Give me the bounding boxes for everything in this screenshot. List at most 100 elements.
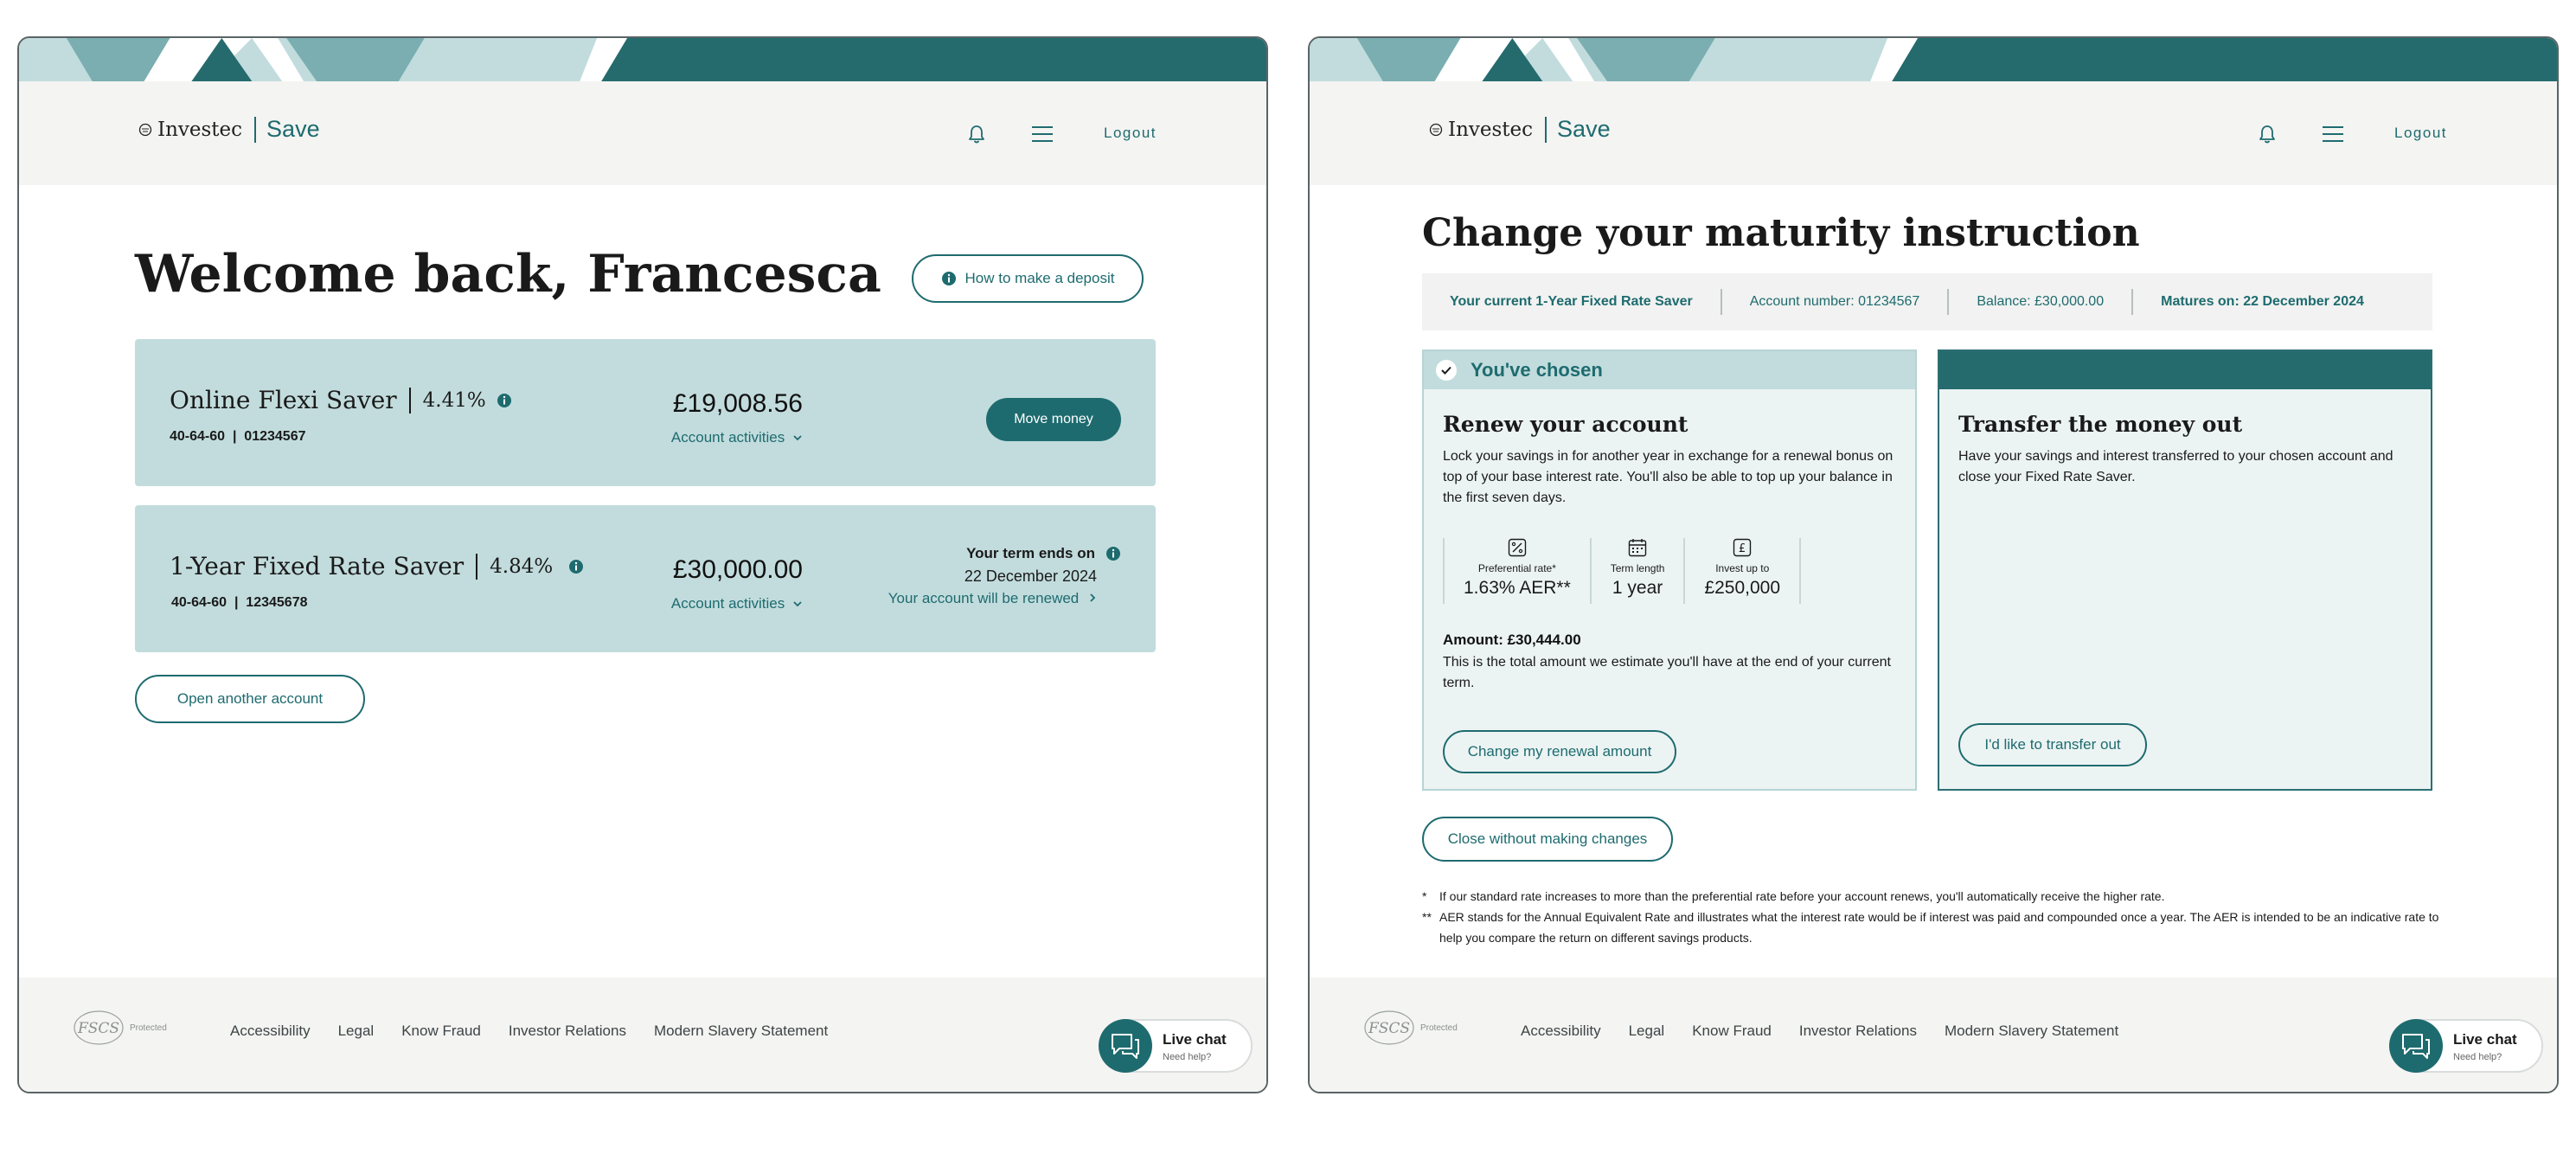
- info-icon: [941, 272, 956, 285]
- transfer-title: Transfer the money out: [1958, 412, 2243, 437]
- bell-icon[interactable]: [2258, 124, 2277, 144]
- stat-label: Term length: [1610, 562, 1665, 574]
- account-card-flexi-saver: Online Flexi Saver 4.41% 40-64-60 | 0123…: [135, 339, 1156, 486]
- footnote-text: AER stands for the Annual Equivalent Rat…: [1439, 910, 2439, 945]
- footer-link-modern-slavery[interactable]: Modern Slavery Statement: [654, 1023, 828, 1040]
- footer-link-accessibility[interactable]: Accessibility: [230, 1023, 311, 1040]
- bell-icon[interactable]: [967, 124, 986, 144]
- transfer-description: Have your savings and interest transferr…: [1958, 449, 2393, 484]
- decorative-banner: [19, 38, 1266, 81]
- account-number-label: Account number: 01234567: [1722, 289, 1950, 315]
- stat-value: 1 year: [1612, 578, 1663, 598]
- zebra-logo-icon: [138, 123, 152, 136]
- live-chat-title: Live chat: [1163, 1031, 1227, 1048]
- change-renewal-amount-button[interactable]: Change my renewal amount: [1443, 730, 1676, 773]
- stat-label: Preferential rate*: [1477, 562, 1556, 574]
- welcome-heading: Welcome back, Francesca: [135, 244, 881, 305]
- info-icon[interactable]: [1105, 546, 1121, 561]
- account-name-text: 1-Year Fixed Rate Saver: [170, 552, 465, 580]
- brand-name: Investec: [157, 118, 243, 141]
- current-product-label: Your current 1-Year Fixed Rate Saver: [1422, 289, 1722, 315]
- open-another-account-button[interactable]: Open another account: [135, 675, 365, 723]
- deposit-button-label: How to make a deposit: [964, 270, 1115, 286]
- product-name: Save: [266, 116, 320, 142]
- fscs-logo-icon: FSCS: [74, 1010, 124, 1045]
- account-activities-link[interactable]: Account activities: [671, 429, 803, 446]
- brand-name: Investec: [1448, 118, 1534, 141]
- info-icon[interactable]: [568, 559, 584, 574]
- account-activities-link[interactable]: Account activities: [671, 595, 803, 612]
- name-divider: [476, 553, 478, 580]
- account-activities-label: Account activities: [670, 595, 785, 612]
- footer-link-legal[interactable]: Legal: [1629, 1023, 1665, 1040]
- live-chat-button[interactable]: Live chat Need help?: [1099, 1019, 1253, 1073]
- live-chat-button[interactable]: Live chat Need help?: [2389, 1019, 2543, 1073]
- info-icon[interactable]: [497, 393, 512, 408]
- fscs-protected-label: Protected: [1420, 1023, 1458, 1033]
- stat-value: £250,000: [1704, 578, 1781, 598]
- footer-link-investor-relations[interactable]: Investor Relations: [509, 1023, 626, 1040]
- account-rate: 4.41%: [422, 388, 486, 412]
- svg-text:£: £: [1739, 542, 1746, 555]
- investec-save-logo[interactable]: Investec Save: [1429, 116, 1611, 143]
- site-footer: FSCS Protected Accessibility Legal Know …: [1310, 978, 2557, 1092]
- account-summary-strip: Your current 1-Year Fixed Rate Saver Acc…: [1422, 273, 2432, 330]
- stat-invest-up-to: £ Invest up to £250,000: [1683, 538, 1802, 604]
- footer-link-legal[interactable]: Legal: [338, 1023, 375, 1040]
- account-name: Online Flexi Saver 4.41%: [170, 386, 512, 414]
- menu-icon[interactable]: [2322, 125, 2344, 143]
- transfer-option-panel[interactable]: Transfer the money out Have your savings…: [1938, 349, 2432, 791]
- live-chat-subtitle: Need help?: [2453, 1052, 2502, 1062]
- chat-bubble-icon: [2389, 1019, 2443, 1073]
- logout-link[interactable]: Logout: [2394, 125, 2447, 142]
- footer-links: Accessibility Legal Know Fraud Investor …: [230, 1023, 828, 1040]
- account-balance: £19,008.56: [672, 389, 803, 418]
- transfer-out-button[interactable]: I'd like to transfer out: [1958, 723, 2147, 766]
- renew-description: Lock your savings in for another year in…: [1443, 449, 1894, 505]
- footer-link-modern-slavery[interactable]: Modern Slavery Statement: [1945, 1023, 2118, 1040]
- stat-preferential-rate: Preferential rate* 1.63% AER**: [1443, 538, 1590, 604]
- balance-label: Balance: £30,000.00: [1949, 289, 2134, 315]
- move-money-button[interactable]: Move money: [986, 398, 1121, 441]
- footnote-mark: *: [1422, 889, 1427, 903]
- close-without-changes-button[interactable]: Close without making changes: [1422, 817, 1673, 862]
- estimated-amount-description: This is the total amount we estimate you…: [1443, 655, 1891, 690]
- renew-option-panel[interactable]: You've chosen Renew your account Lock yo…: [1422, 349, 1917, 791]
- account-rate: 4.84%: [490, 555, 554, 578]
- footer-link-know-fraud[interactable]: Know Fraud: [1692, 1023, 1772, 1040]
- logout-link[interactable]: Logout: [1104, 125, 1157, 142]
- chevron-down-icon: [793, 435, 802, 441]
- check-icon: [1436, 360, 1457, 381]
- footer-links: Accessibility Legal Know Fraud Investor …: [1521, 1023, 2118, 1040]
- name-divider: [408, 387, 411, 414]
- estimated-amount: Amount: £30,444.00: [1443, 631, 1581, 648]
- logo-divider: [1545, 116, 1548, 143]
- footnotes: * If our standard rate increases to more…: [1422, 886, 2443, 948]
- footer-link-accessibility[interactable]: Accessibility: [1521, 1023, 1601, 1040]
- chevron-right-icon: [1090, 593, 1096, 602]
- account-balance: £30,000.00: [672, 555, 803, 584]
- stat-label: Invest up to: [1715, 562, 1770, 574]
- decorative-banner: [1310, 38, 2557, 81]
- investec-save-logo[interactable]: Investec Save: [138, 116, 320, 143]
- menu-icon[interactable]: [1031, 125, 1054, 143]
- product-name: Save: [1557, 116, 1611, 142]
- renewal-status-link[interactable]: Your account will be renewed: [888, 590, 1097, 607]
- footnote-text: If our standard rate increases to more t…: [1439, 889, 2165, 903]
- zebra-logo-icon: [1429, 123, 1443, 136]
- footer-link-investor-relations[interactable]: Investor Relations: [1799, 1023, 1917, 1040]
- account-name: 1-Year Fixed Rate Saver 4.84%: [170, 552, 584, 580]
- sort-code-account-number: 40-64-60 | 12345678: [171, 595, 308, 610]
- stat-term-length: Term length 1 year: [1589, 538, 1684, 604]
- footer-link-know-fraud[interactable]: Know Fraud: [401, 1023, 481, 1040]
- maturity-window: Investec Save Logout Change your maturit…: [1308, 36, 2559, 1093]
- fscs-logo-icon: FSCS: [1364, 1010, 1414, 1045]
- term-ends-label: Your term ends on: [966, 545, 1121, 562]
- renewal-status-label: Your account will be renewed: [888, 590, 1080, 606]
- live-chat-subtitle: Need help?: [1163, 1052, 1212, 1062]
- pound-icon: £: [1733, 538, 1752, 557]
- stat-value: 1.63% AER**: [1464, 578, 1571, 598]
- percent-icon: [1508, 538, 1527, 557]
- how-to-deposit-button[interactable]: How to make a deposit: [912, 254, 1144, 303]
- fscs-logo-text: FSCS: [77, 1020, 119, 1037]
